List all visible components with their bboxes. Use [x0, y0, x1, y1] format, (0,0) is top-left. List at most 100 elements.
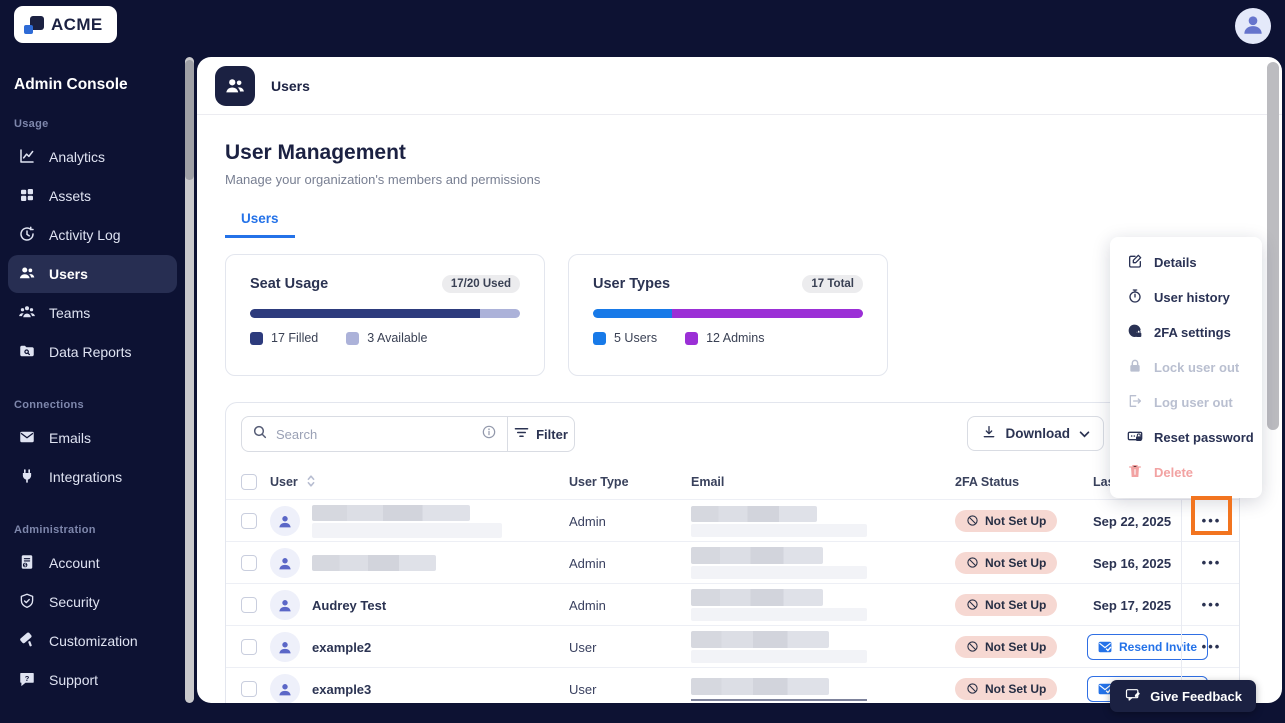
give-feedback-button[interactable]: Give Feedback	[1110, 680, 1256, 712]
feedback-icon	[1124, 687, 1141, 706]
sidebar-item-emails[interactable]: Emails	[8, 419, 177, 457]
page-scrollbar-thumb[interactable]	[185, 60, 194, 180]
table-row: Admin Not Set Up Sep 22, 2025 •••	[226, 499, 1239, 542]
user-avatar-button[interactable]	[1235, 8, 1271, 44]
plug-icon	[18, 467, 36, 488]
sidebar-item-label: Teams	[49, 305, 91, 321]
sidebar-item-account[interactable]: $ Account	[8, 544, 177, 582]
sidebar-item-users[interactable]: Users	[8, 255, 177, 293]
tab-users[interactable]: Users	[225, 211, 295, 238]
sidebar-item-security[interactable]: Security	[8, 583, 177, 621]
column-user: User	[260, 474, 561, 491]
user-types-title: User Types	[593, 276, 671, 292]
user-type: User	[569, 639, 597, 655]
teams-icon	[18, 303, 36, 324]
page-scrollbar[interactable]	[185, 57, 194, 703]
table-header-row: User User Type Email 2FA Status Last	[226, 465, 1239, 499]
user-type: Admin	[569, 513, 606, 529]
sidebar-item-teams[interactable]: Teams	[8, 294, 177, 332]
legend-filled: 17 Filled	[250, 331, 318, 345]
user-name: Audrey Test	[312, 597, 387, 613]
user-type: Admin	[569, 597, 606, 613]
search-box[interactable]	[241, 416, 508, 452]
sort-icon[interactable]	[306, 474, 316, 491]
2fa-status-badge: Not Set Up	[955, 509, 1058, 532]
user-type: Admin	[569, 555, 606, 571]
legend-admins: 12 Admins	[685, 331, 764, 345]
user-types-card: User Types 17 Total 5 Users 12 Admins	[568, 254, 888, 376]
sidebar-item-customization[interactable]: Customization	[8, 622, 177, 660]
clock-icon	[18, 225, 36, 246]
menu-item-2fa-settings[interactable]: 2FA settings	[1110, 315, 1262, 350]
last-login: Sep 17, 2025	[1093, 597, 1172, 613]
row-checkbox[interactable]	[241, 681, 257, 697]
billing-doc-icon: $	[18, 553, 36, 574]
menu-item-details[interactable]: Details	[1110, 245, 1262, 280]
row-menu-button[interactable]: •••	[1202, 640, 1222, 653]
column-2fa-status: 2FA Status	[955, 475, 1020, 489]
info-icon[interactable]	[481, 424, 497, 445]
menu-item-log-user-out: Log user out	[1110, 385, 1262, 420]
sidebar-item-assets[interactable]: Assets	[8, 177, 177, 215]
stat-cards: Seat Usage 17/20 Used 17 Filled 3 Availa…	[225, 254, 1254, 376]
stopwatch-icon	[1127, 288, 1143, 307]
sidebar-title: Admin Console	[14, 76, 128, 93]
row-menu-button[interactable]: •••	[1202, 514, 1222, 527]
legend-available: 3 Available	[346, 331, 428, 345]
top-bar: ACME	[0, 0, 1285, 50]
sidebar-item-integrations[interactable]: Integrations	[8, 458, 177, 496]
user-types-bar	[593, 309, 863, 318]
menu-item-user-history[interactable]: User history	[1110, 280, 1262, 315]
user-type: User	[569, 681, 597, 697]
help-bubble-icon: ?	[18, 670, 36, 691]
row-checkbox[interactable]	[241, 555, 257, 571]
content-header: Users	[197, 57, 1282, 115]
redacted-email	[687, 677, 951, 701]
menu-item-delete: Delete	[1110, 455, 1262, 490]
row-checkbox[interactable]	[241, 597, 257, 613]
table-toolbar: Filter Download	[226, 403, 1239, 465]
table-row: Audrey Test Admin Not Set Up Sep 17, 202…	[226, 583, 1239, 626]
users-page-icon	[215, 65, 255, 106]
row-menu-button[interactable]: •••	[1202, 556, 1222, 569]
select-all-checkbox[interactable]	[241, 474, 257, 490]
redacted-email	[687, 631, 951, 663]
redacted-name	[312, 504, 502, 538]
edit-square-icon	[1127, 253, 1143, 272]
tab-bar: Users	[225, 211, 1254, 238]
2fa-shield-lock-icon	[1127, 323, 1143, 342]
sidebar-item-label: Assets	[49, 188, 92, 204]
row-checkbox[interactable]	[241, 639, 257, 655]
search-input[interactable]	[276, 426, 473, 442]
redacted-email	[687, 547, 951, 579]
sidebar-section-connections: Connections	[14, 399, 84, 411]
search-icon	[252, 424, 268, 445]
analytics-icon	[18, 147, 36, 168]
seat-usage-card: Seat Usage 17/20 Used 17 Filled 3 Availa…	[225, 254, 545, 376]
filter-button[interactable]: Filter	[507, 416, 575, 452]
sidebar-item-label: Integrations	[49, 469, 123, 485]
menu-item-lock-user-out: Lock user out	[1110, 350, 1262, 385]
seat-usage-bar	[250, 309, 520, 318]
row-menu-button[interactable]: •••	[1202, 598, 1222, 611]
last-login: Sep 16, 2025	[1093, 555, 1172, 571]
2fa-status-badge: Not Set Up	[955, 551, 1058, 574]
paint-roller-icon	[18, 631, 36, 652]
sidebar-item-data-reports[interactable]: Data Reports	[8, 333, 177, 371]
lock-icon	[1127, 358, 1143, 377]
filter-icon	[514, 426, 529, 442]
sidebar-item-label: Activity Log	[49, 227, 121, 243]
acme-logo-text: ACME	[51, 14, 103, 34]
avatar	[270, 632, 300, 662]
sidebar-item-label: Support	[49, 672, 99, 688]
sidebar-item-label: Security	[49, 594, 100, 610]
acme-logo[interactable]: ACME	[14, 6, 117, 43]
download-button[interactable]: Download	[966, 416, 1104, 451]
content-scrollbar-thumb[interactable]	[1267, 62, 1279, 430]
menu-item-reset-password[interactable]: Reset password	[1110, 420, 1262, 455]
sidebar-item-analytics[interactable]: Analytics	[8, 138, 177, 176]
row-checkbox[interactable]	[241, 513, 257, 529]
sidebar-item-support[interactable]: ? Support	[8, 661, 177, 699]
sidebar-item-activity-log[interactable]: Activity Log	[8, 216, 177, 254]
sidebar-item-label: Analytics	[49, 149, 106, 165]
